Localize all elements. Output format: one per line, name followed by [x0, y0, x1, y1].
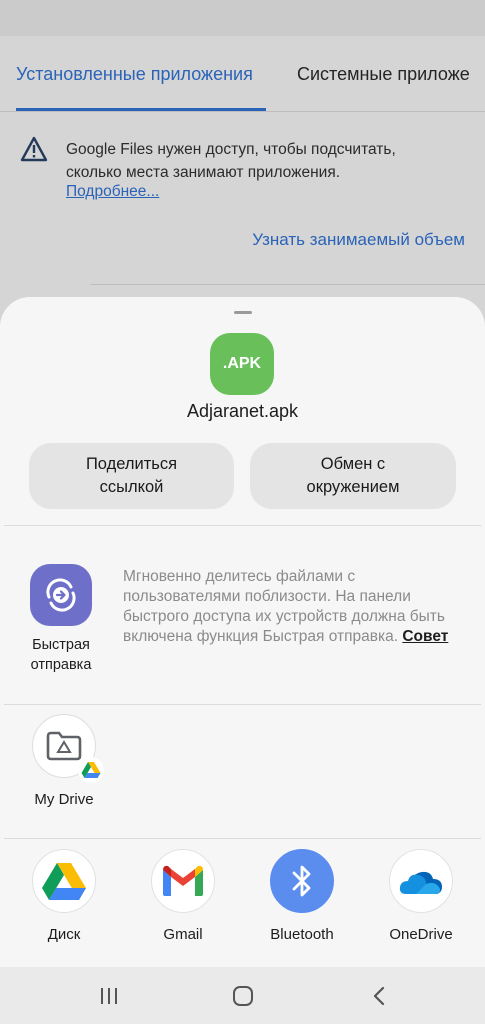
recents-button[interactable] [94, 981, 124, 1011]
quick-share-button[interactable] [30, 564, 92, 626]
gmail-icon [151, 849, 215, 913]
divider [4, 838, 481, 839]
home-button[interactable] [228, 981, 258, 1011]
folder-drive-icon [46, 731, 82, 761]
share-link-button[interactable]: Поделиться ссылкой [29, 443, 234, 509]
app-gmail[interactable]: Gmail [138, 849, 228, 943]
status-bar [0, 0, 485, 36]
quick-share-description-text: Мгновенно делитесь файлами с пользовател… [123, 568, 445, 645]
quick-share-icon [46, 578, 76, 612]
share-link-label: Поделиться ссылкой [85, 455, 178, 496]
navigation-bar [0, 967, 485, 1024]
nearby-share-label: Обмен с окружением [306, 455, 400, 496]
drag-handle[interactable] [234, 311, 252, 314]
onedrive-icon [389, 849, 453, 913]
google-drive-icon [32, 849, 96, 913]
divider [4, 525, 481, 526]
app-label: Bluetooth [270, 926, 334, 943]
recents-icon [101, 988, 117, 1004]
app-onedrive[interactable]: OneDrive [376, 849, 466, 943]
learn-more-link[interactable]: Подробнее... [66, 183, 159, 201]
app-bluetooth[interactable]: Bluetooth [257, 849, 347, 943]
divider [0, 111, 485, 112]
quick-share-label: Быстрая отправка [30, 637, 92, 673]
permission-warning-text: Google Files нужен доступ, чтобы подсчит… [66, 141, 396, 181]
app-label: Диск [47, 926, 81, 943]
apk-file-icon: .APK [210, 333, 274, 395]
tab-installed-apps[interactable]: Установленные приложения [16, 64, 253, 85]
apk-badge-text: .APK [222, 355, 262, 372]
file-name: Adjaranet.apk [186, 401, 299, 421]
my-drive-label: My Drive [34, 791, 94, 808]
back-icon [373, 986, 385, 1006]
divider [90, 284, 485, 285]
check-storage-link[interactable]: Узнать занимаемый объем [252, 230, 465, 250]
share-sheet: .APK Adjaranet.apk Поделиться ссылкой Об… [0, 297, 485, 967]
warning-icon [20, 136, 48, 162]
nearby-share-button[interactable]: Обмен с окружением [250, 443, 456, 509]
quick-share-description: Мгновенно делитесь файлами с пользовател… [123, 567, 453, 647]
bluetooth-icon [270, 849, 334, 913]
google-drive-badge-icon [78, 757, 104, 783]
tab-bar: Установленные приложения Системные прило… [0, 36, 485, 112]
home-icon [233, 986, 253, 1006]
divider [4, 704, 481, 705]
app-label: OneDrive [389, 926, 453, 943]
tab-system-apps[interactable]: Системные приложе [297, 64, 470, 85]
app-label: Gmail [163, 926, 203, 943]
back-button[interactable] [364, 981, 394, 1011]
app-google-drive[interactable]: Диск [19, 849, 109, 943]
quick-share-tip-link[interactable]: Совет [402, 628, 448, 645]
